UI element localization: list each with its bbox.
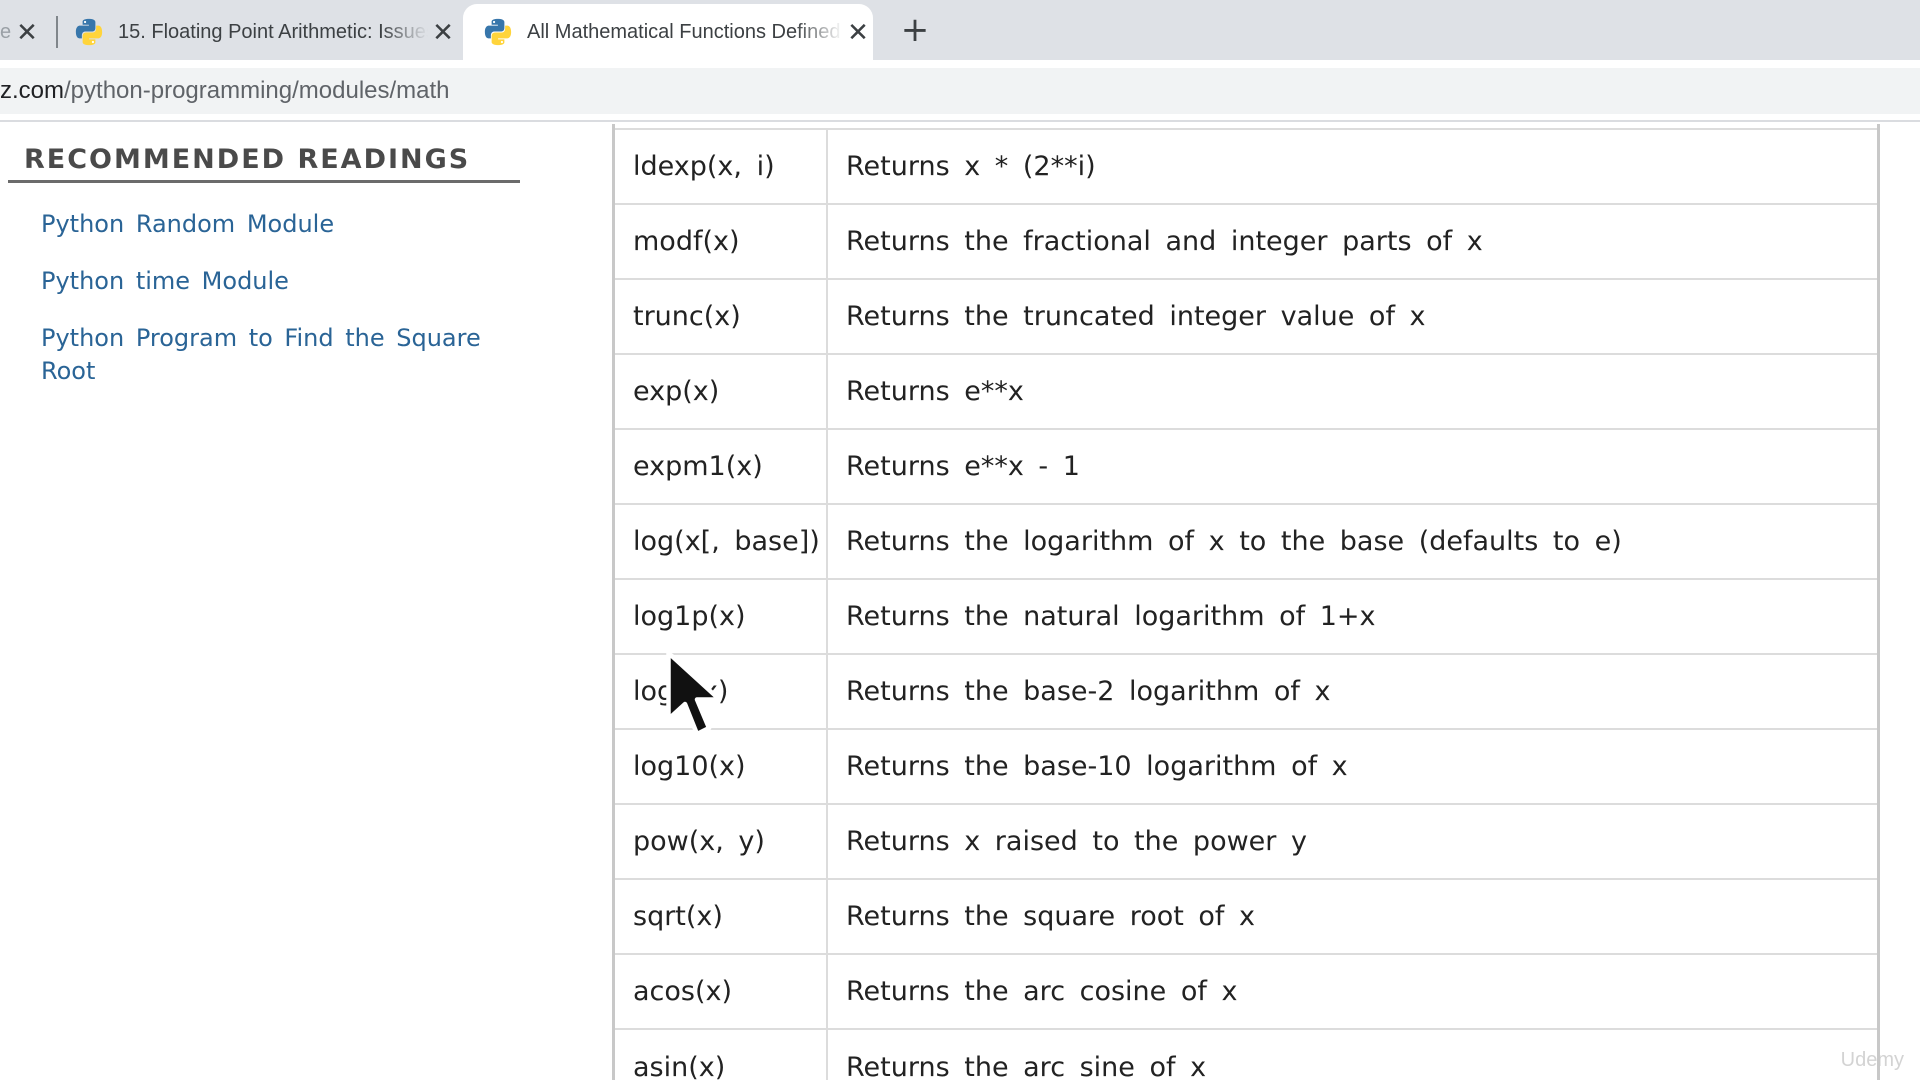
tab-partial-title: e [0,20,12,43]
function-description: Returns the natural logarithm of 1+x [827,578,1877,654]
table-row: log1p(x) Returns the natural logarithm of… [615,578,1877,654]
udemy-watermark: Udemy [1840,1049,1904,1071]
function-description: Returns e**x [827,353,1877,429]
close-icon[interactable]: ✕ [843,17,873,48]
tab-strip: e ✕ 15. Floating Point Arithmetic: Issue… [0,0,1920,60]
table-row: pow(x, y) Returns x raised to the power y [615,803,1877,879]
recommended-readings-heading: RECOMMENDED READINGS [24,144,471,175]
function-name: log1p(x) [615,578,828,654]
close-icon[interactable]: ✕ [428,17,458,48]
link-python-time-module[interactable]: Python time Module [41,267,289,295]
table-row: asin(x) Returns the arc sine of x [615,1028,1877,1080]
list-item: Python time Module [41,265,481,298]
function-description: Returns the square root of x [827,878,1877,954]
heading-divider [8,180,520,183]
python-icon [484,18,512,46]
function-name: sqrt(x) [615,878,828,954]
python-icon [75,18,103,46]
url-path: /python-programming/modules/math [64,77,450,104]
table-row: trunc(x) Returns the truncated integer va… [615,278,1877,354]
function-description: Returns the arc sine of x [827,1028,1877,1080]
table-row: sqrt(x) Returns the square root of x [615,878,1877,954]
function-name: expm1(x) [615,428,828,504]
link-python-random-module[interactable]: Python Random Module [41,210,334,238]
function-description: Returns e**x - 1 [827,428,1877,504]
function-name: asin(x) [615,1028,828,1080]
function-name: pow(x, y) [615,803,828,879]
functions-table: ldexp(x, i) Returns x * (2**i) modf(x) Ret… [615,128,1877,1080]
tab-math-functions[interactable]: All Mathematical Functions Defined ✕ [463,4,873,60]
function-description: Returns x * (2**i) [827,128,1877,204]
address-bar: z.com/python-programming/modules/math [0,60,1920,122]
list-item: Python Random Module [41,208,481,241]
function-name: exp(x) [615,353,828,429]
tab-title: All Mathematical Functions Defined [527,20,841,43]
function-description: Returns x raised to the power y [827,803,1877,879]
function-description: Returns the base-2 logarithm of x [827,653,1877,729]
function-description: Returns the fractional and integer parts… [827,203,1877,279]
function-name: modf(x) [615,203,828,279]
function-description: Returns the truncated integer value of x [827,278,1877,354]
new-tab-button[interactable]: + [895,10,935,50]
url-field[interactable]: z.com/python-programming/modules/math [0,68,1920,114]
function-name: log10(x) [615,728,828,804]
function-description: Returns the logarithm of x to the base (… [827,503,1877,579]
function-description: Returns the arc cosine of x [827,953,1877,1029]
function-name: log2(x) [615,653,828,729]
tab-floating-point[interactable]: 15. Floating Point Arithmetic: Issues ✕ [62,4,458,60]
table-row: exp(x) Returns e**x [615,353,1877,429]
function-name: ldexp(x, i) [615,128,828,204]
tab-title: 15. Floating Point Arithmetic: Issues [118,20,428,43]
close-icon[interactable]: ✕ [12,17,42,48]
tab-separator [56,16,58,48]
function-name: trunc(x) [615,278,828,354]
table-row: log(x[, base]) Returns the logarithm of x… [615,503,1877,579]
table-row: modf(x) Returns the fractional and intege… [615,203,1877,279]
link-square-root-program[interactable]: Python Program to Find the Square Root [41,324,481,385]
function-name: acos(x) [615,953,828,1029]
function-description: Returns the base-10 logarithm of x [827,728,1877,804]
table-row: acos(x) Returns the arc cosine of x [615,953,1877,1029]
tab-partial[interactable]: e ✕ [0,4,52,60]
functions-table-container[interactable]: ldexp(x, i) Returns x * (2**i) modf(x) Ret… [612,124,1880,1080]
list-item: Python Program to Find the Square Root [41,322,481,388]
table-row: log2(x) Returns the base-2 logarithm of x [615,653,1877,729]
recommended-links: Python Random Module Python time Module … [41,208,481,412]
table-row: ldexp(x, i) Returns x * (2**i) [615,128,1877,204]
table-row: log10(x) Returns the base-10 logarithm of… [615,728,1877,804]
url-host: z.com [0,77,65,104]
function-name: log(x[, base]) [615,503,828,579]
table-row: expm1(x) Returns e**x - 1 [615,428,1877,504]
